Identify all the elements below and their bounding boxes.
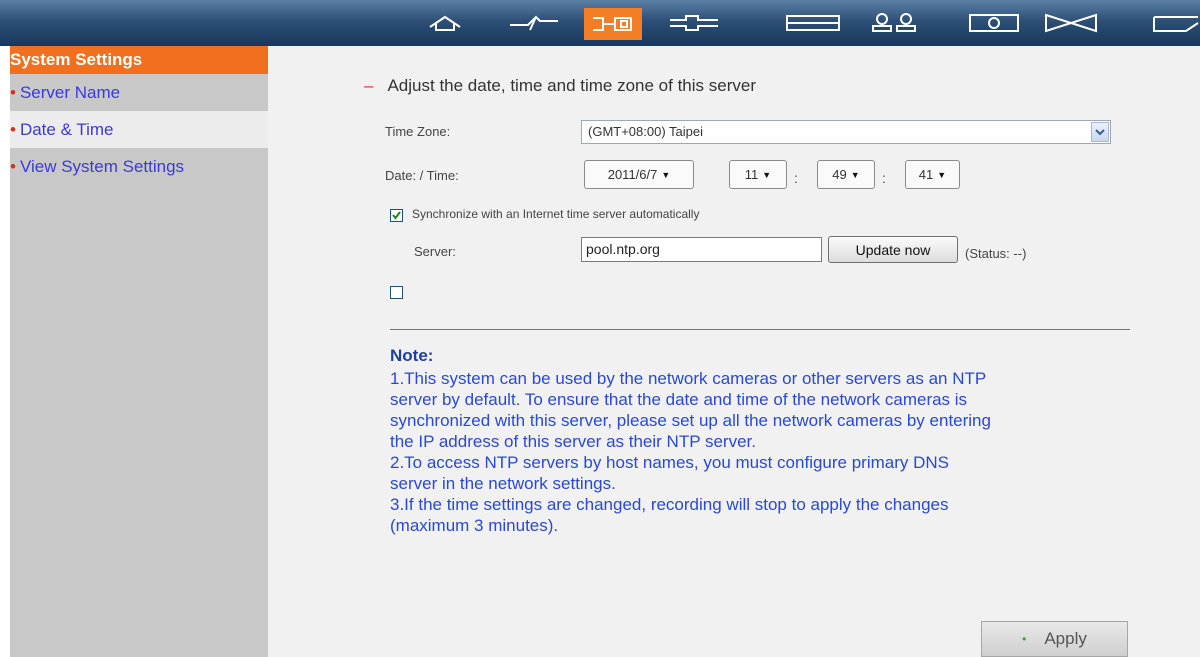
caret-down-icon: ▼ [937,169,947,180]
minute-value: 49 [832,167,847,182]
collapse-dash-icon[interactable]: – [364,76,373,95]
bullet-icon: • [10,157,16,176]
date-time-label: Date: / Time: [385,168,459,183]
note-line: 3.If the time settings are changed, reco… [390,495,949,514]
user-management-icon[interactable] [866,7,922,39]
second-dropdown[interactable]: 41 ▼ [905,160,960,189]
note-title: Note: [390,346,434,365]
sidebar-item-label: View System Settings [19,157,185,176]
caret-down-icon: ▼ [850,169,860,180]
note-body: 1.This system can be used by the network… [390,368,1110,536]
date-dropdown[interactable]: 2011/6/7 ▼ [584,160,694,189]
option-checkbox[interactable] [390,286,403,299]
note-line: (maximum 3 minutes). [390,516,559,535]
network-icon[interactable] [664,7,724,39]
time-zone-select[interactable]: (GMT+08:00) Taipei [581,120,1111,144]
logout-icon[interactable] [1040,7,1102,39]
note-line: the IP address of this server as their N… [390,432,756,451]
caret-down-icon: ▼ [762,169,772,180]
quick-config-icon[interactable] [505,7,563,39]
note-line: 2.To access NTP servers by host names, y… [390,453,949,472]
system-settings-icon[interactable] [584,8,642,40]
bullet-icon: • [10,120,16,139]
sidebar-item-server-name[interactable]: • Server Name [10,74,268,111]
device-icon[interactable] [965,7,1023,39]
sidebar-item-date-time[interactable]: • Date & Time [10,111,268,148]
time-zone-label: Time Zone: [385,124,451,139]
server-label: Server: [414,244,456,259]
green-dot-icon: • [1022,632,1027,646]
sync-checkbox[interactable] [390,209,403,222]
status-text: (Status: --) [965,246,1027,261]
second-value: 41 [918,167,934,182]
divider [390,329,1130,330]
sidebar-item-label: Server Name [19,83,121,102]
main-content: – Adjust the date, time and time zone of … [268,46,1200,657]
section-header: – Adjust the date, time and time zone of … [364,76,756,96]
date-value: 2011/6/7 [607,167,658,182]
more-icon[interactable] [1150,7,1200,39]
time-separator: : [794,170,798,186]
sync-label: Synchronize with an Internet time server… [412,207,700,221]
apply-label: Apply [1044,629,1087,648]
sidebar-item-view-system-settings[interactable]: • View System Settings [10,148,268,185]
caret-down-icon: ▼ [661,169,671,180]
sidebar-title: System Settings [10,46,268,74]
hour-value: 11 [744,167,759,182]
bullet-icon: • [10,83,16,102]
recording-icon[interactable] [783,7,843,39]
section-title: Adjust the date, time and time zone of t… [387,76,756,95]
update-now-button[interactable]: Update now [828,236,958,263]
server-input[interactable]: pool.ntp.org [581,237,822,262]
time-zone-value: (GMT+08:00) Taipei [588,124,704,139]
sidebar: System Settings • Server Name • Date & Tim… [10,46,268,657]
note-line: synchronized with this server, please se… [390,411,991,430]
apply-button[interactable]: • Apply [981,621,1128,657]
note-line: server in the network settings. [390,474,616,493]
home-icon[interactable] [424,7,466,39]
note-line: server by default. To ensure that the da… [390,390,968,409]
top-navigation-bar [0,0,1200,46]
chevron-down-icon[interactable] [1091,122,1109,142]
sidebar-item-label: Date & Time [19,120,114,139]
hour-dropdown[interactable]: 11 ▼ [729,160,787,189]
minute-dropdown[interactable]: 49 ▼ [817,160,875,189]
time-separator: : [882,170,886,186]
note-line: 1.This system can be used by the network… [390,369,987,388]
